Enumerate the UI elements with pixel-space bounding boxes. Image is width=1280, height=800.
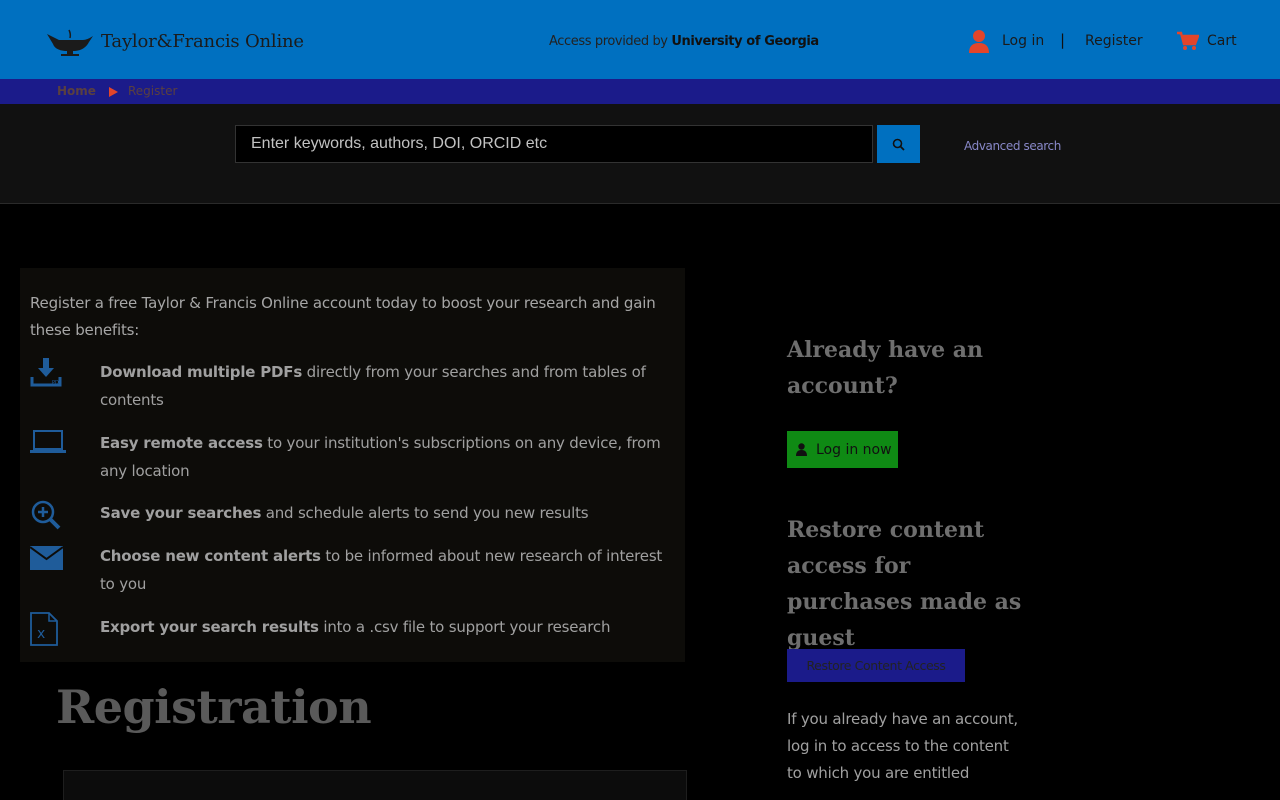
benefits-intro: Register a free Taylor & Francis Online …	[30, 294, 656, 339]
header-separator: |	[1060, 31, 1066, 49]
search-icon	[892, 138, 905, 151]
user-icon	[796, 443, 807, 456]
logo-text: Taylor&Francis Online	[101, 30, 304, 52]
benefit-text: Save your searches and schedule alerts t…	[100, 499, 670, 527]
breadcrumb-arrow-icon	[109, 87, 118, 97]
access-notice: Access provided by University of Georgia	[549, 34, 819, 49]
benefits-panel: Register a free Taylor & Francis Online …	[20, 268, 685, 662]
envelope-icon	[30, 546, 63, 570]
have-account-heading: Already have an account?	[787, 337, 984, 399]
svg-text:x: x	[37, 626, 45, 642]
svg-text:PDF: PDF	[52, 380, 62, 386]
header-cart-link[interactable]: Cart	[1177, 31, 1237, 51]
breadcrumb-home[interactable]: Home	[57, 84, 96, 98]
benefit-bold: Easy remote access	[100, 434, 263, 452]
access-prefix: Access provided by	[549, 34, 668, 49]
benefit-rest: into a .csv file to support your researc…	[318, 618, 611, 636]
excel-file-icon: x	[30, 612, 58, 646]
benefit-bold: Save your searches	[100, 504, 262, 522]
header-register-link[interactable]: Register	[1085, 33, 1143, 49]
login-now-button[interactable]: Log in now	[787, 431, 898, 468]
benefit-bold: Download multiple PDFs	[100, 363, 303, 381]
site-logo[interactable]: Taylor&Francis Online	[45, 26, 304, 56]
cart-icon	[1177, 31, 1199, 50]
benefit-text: Download multiple PDFs directly from you…	[100, 358, 670, 414]
cart-label: Cart	[1207, 33, 1237, 49]
restore-content-access-button[interactable]: Restore Content Access	[787, 649, 965, 682]
benefit-text: Easy remote access to your institution's…	[100, 429, 670, 485]
advanced-search-link[interactable]: Advanced search	[964, 139, 1061, 153]
site-header: Taylor&Francis Online Access provided by…	[0, 0, 1280, 79]
benefit-bold: Choose new content alerts	[100, 547, 321, 565]
download-icon: PDF	[30, 358, 62, 387]
search-button[interactable]	[877, 125, 920, 163]
benefit-text: Export your search results into a .csv f…	[100, 613, 670, 641]
benefit-text: Choose new content alerts to be informed…	[100, 542, 670, 598]
restore-heading: Restore content access for purchases mad…	[787, 517, 1022, 651]
search-input[interactable]	[235, 125, 873, 163]
access-institution[interactable]: University of Georgia	[671, 34, 819, 49]
benefit-bold: Export your search results	[100, 618, 319, 636]
login-label: Log in	[1002, 33, 1045, 49]
login-now-label: Log in now	[816, 441, 892, 458]
login-note: If you already have an account, log in t…	[787, 710, 1018, 782]
benefit-rest: and schedule alerts to send you new resu…	[261, 504, 589, 522]
breadcrumb: Home Register	[0, 79, 1280, 104]
search-bar: Advanced search	[0, 104, 1280, 204]
registration-form	[63, 770, 687, 800]
zoom-in-icon	[31, 500, 61, 530]
user-icon	[969, 30, 989, 53]
breadcrumb-current: Register	[128, 84, 178, 98]
laptop-icon	[30, 430, 66, 453]
header-login-link[interactable]: Log in	[968, 29, 1044, 53]
page-title: Registration	[56, 680, 372, 734]
lamp-logo-icon	[47, 29, 93, 56]
